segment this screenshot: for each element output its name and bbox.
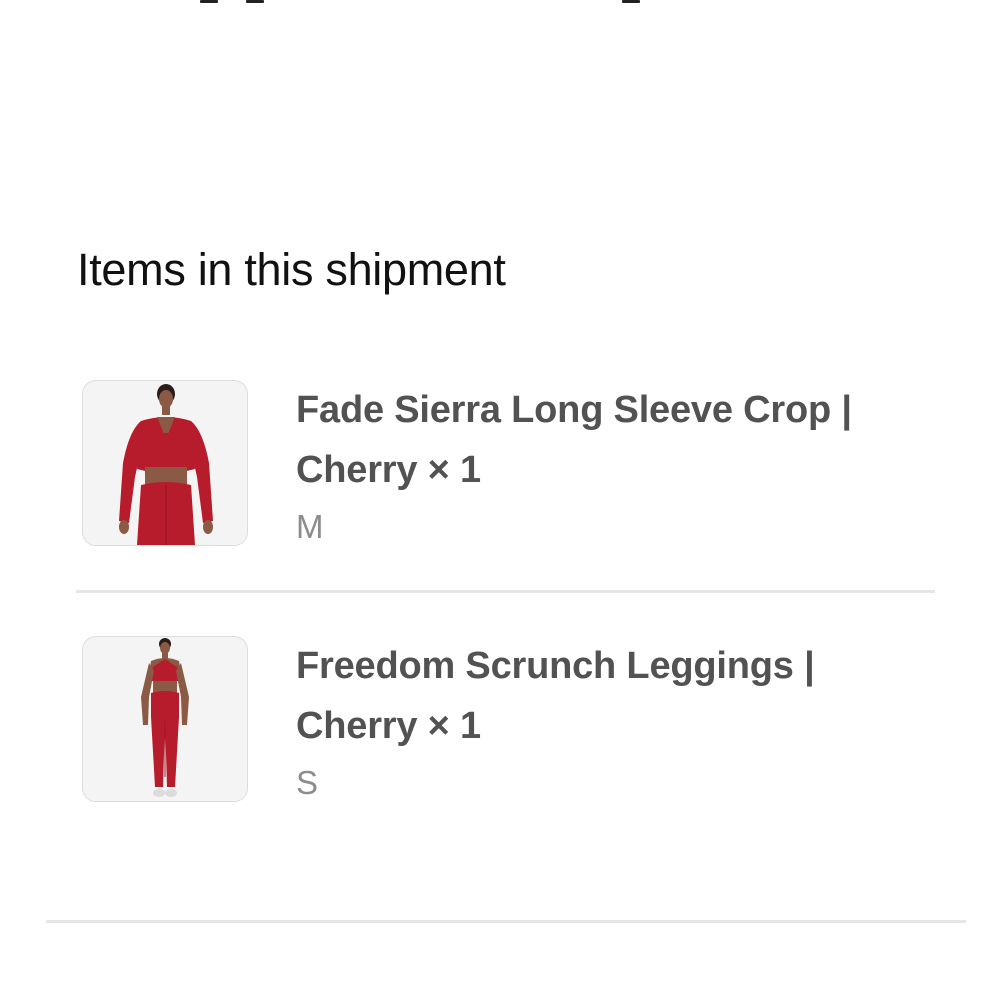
item-quantity: × 1 (427, 705, 481, 747)
item-info: Fade Sierra Long Sleeve Crop | Cherry × … (296, 380, 946, 552)
shipment-item[interactable]: Fade Sierra Long Sleeve Crop | Cherry × … (0, 380, 1000, 550)
item-name-line[interactable]: Fade Sierra Long Sleeve Crop | Cherry × … (296, 380, 946, 500)
clipped-underline (246, 0, 264, 3)
section-title: Items in this shipment (77, 244, 506, 295)
section-divider (46, 920, 966, 923)
product-photo-top-icon (83, 381, 247, 545)
item-variant: S (296, 764, 319, 801)
top-clipped-content (0, 0, 1000, 6)
item-name-line[interactable]: Freedom Scrunch Leggings | Cherry × 1 (296, 636, 946, 756)
item-quantity: × 1 (427, 449, 481, 491)
item-variant: M (296, 508, 324, 545)
item-divider (76, 590, 935, 593)
product-image[interactable] (82, 636, 248, 802)
product-photo-leggings-icon (83, 637, 247, 801)
clipped-underline (200, 0, 218, 3)
shipment-item[interactable]: Freedom Scrunch Leggings | Cherry × 1 S (0, 636, 1000, 806)
item-info: Freedom Scrunch Leggings | Cherry × 1 S (296, 636, 946, 808)
item-name: Freedom Scrunch Leggings | Cherry (296, 645, 815, 747)
product-image[interactable] (82, 380, 248, 546)
item-name: Fade Sierra Long Sleeve Crop | Cherry (296, 389, 852, 491)
clipped-underline (622, 0, 640, 3)
